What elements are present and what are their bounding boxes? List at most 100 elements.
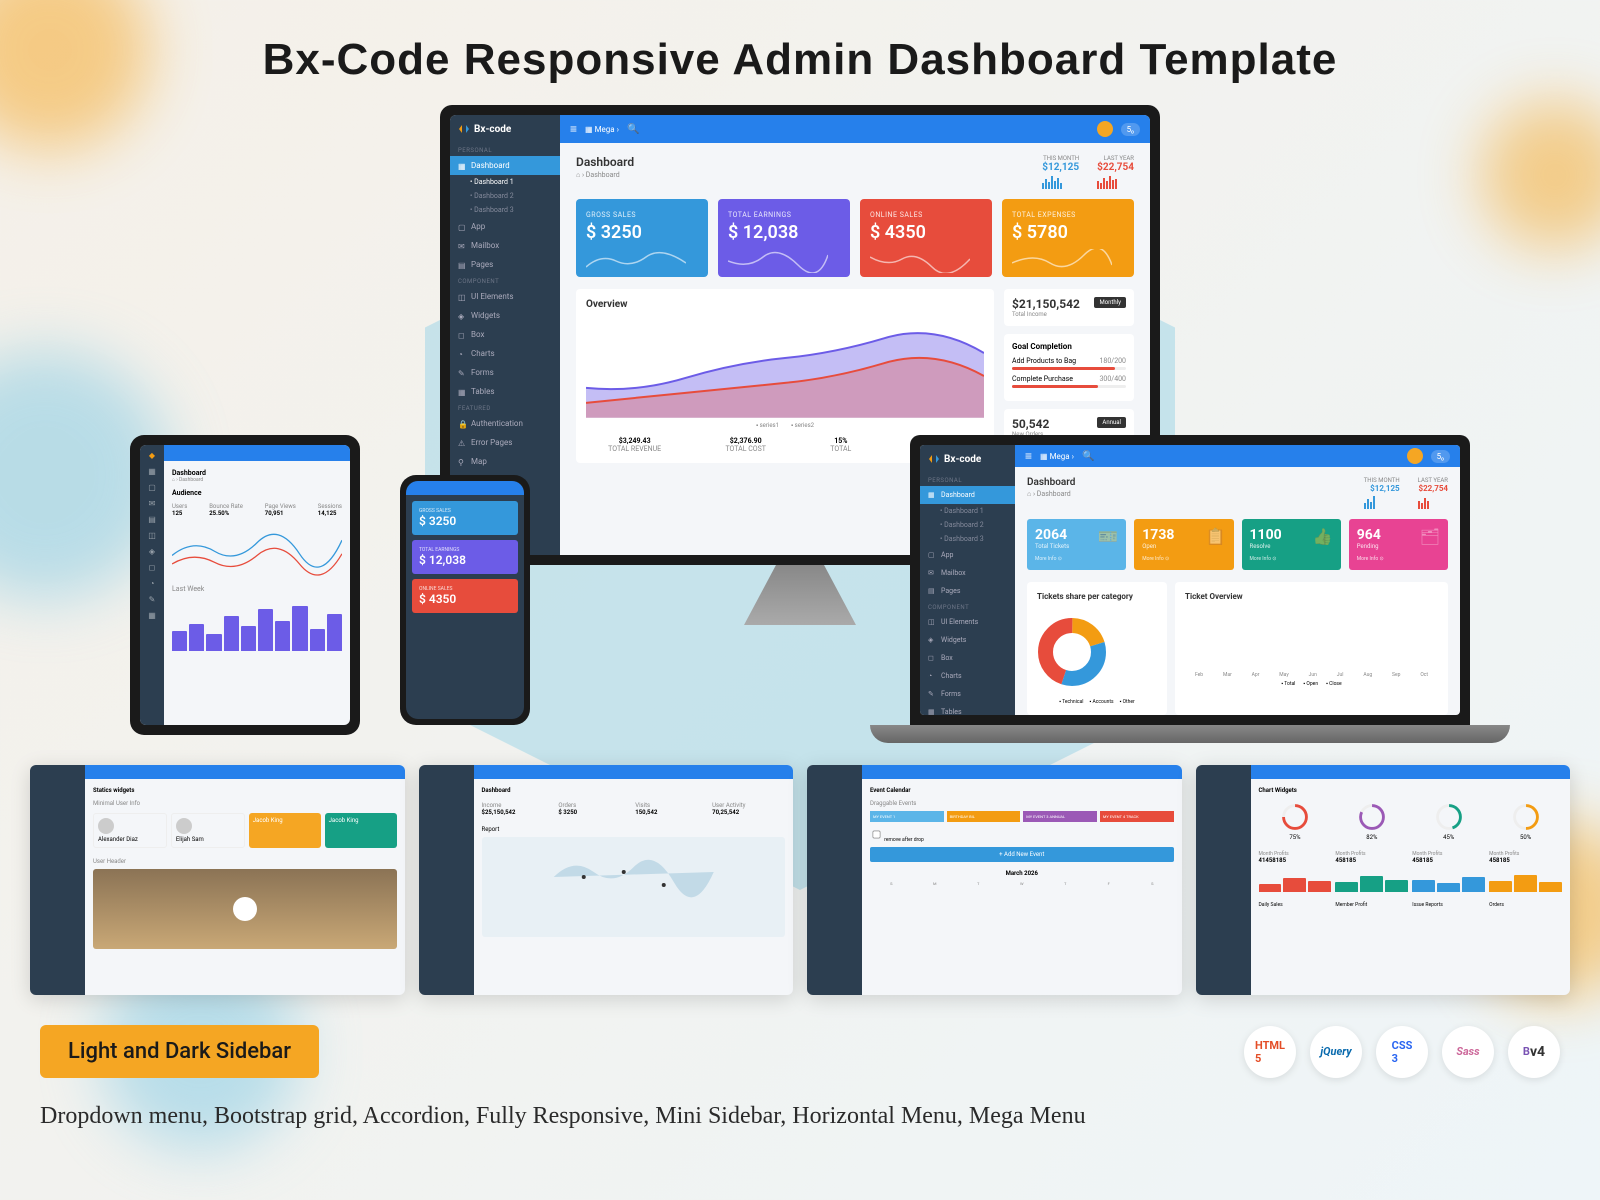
page-heading: Dashboard	[576, 155, 634, 169]
sidebar-icon[interactable]: ▦	[147, 467, 157, 477]
sidebar-icon[interactable]: ◈	[147, 547, 157, 557]
audience-line-chart	[172, 517, 342, 577]
sidebar-item-pages[interactable]: ▤Pages	[920, 582, 1015, 600]
search-icon[interactable]: 🔍	[1082, 451, 1094, 462]
logo-icon	[458, 123, 470, 135]
sidebar-sub[interactable]: • Dashboard 3	[920, 532, 1015, 546]
phone-topbar	[406, 481, 524, 495]
charts-icon: ◔	[458, 350, 466, 358]
sidebar-icon[interactable]: ◔	[147, 579, 157, 589]
search-icon[interactable]: 🔍	[627, 124, 639, 135]
avatar[interactable]	[1407, 448, 1423, 464]
sidebar-item-tables[interactable]: ▦Tables	[450, 382, 560, 401]
sidebar-item-auth[interactable]: 🔒Authentication	[450, 414, 560, 433]
thumbnail-4[interactable]: Chart Widgets 75% 82% 45% 50% Month Prof…	[1196, 765, 1571, 995]
sidebar-item-mailbox[interactable]: ✉Mailbox	[920, 564, 1015, 582]
phone-stat-card[interactable]: TOTAL EARNINGS$ 12,038	[412, 540, 518, 574]
sidebar-item-box[interactable]: ◻Box	[450, 325, 560, 344]
sidebar-item-error[interactable]: ⚠Error Pages	[450, 433, 560, 452]
tablet-topbar	[164, 445, 350, 461]
notif-badge[interactable]: 5₀	[1431, 450, 1450, 463]
thumbnail-2[interactable]: Dashboard Income$25,150,542 Orders$ 3250…	[419, 765, 794, 995]
total-income-card[interactable]: Monthly $21,150,542 Total Income	[1004, 289, 1134, 326]
notif-badge[interactable]: 5₀	[1121, 123, 1140, 136]
sidebar-item-dashboard[interactable]: ▦Dashboard	[920, 486, 1015, 504]
hamburger-icon[interactable]: ≡	[1025, 449, 1032, 463]
sidebar-item-map[interactable]: ⚲Map	[450, 452, 560, 471]
widgets-icon: ◈	[458, 312, 466, 320]
sidebar-icon[interactable]: ✉	[147, 499, 157, 509]
stat-total-earnings[interactable]: TOTAL EARNINGS$ 12,038	[718, 199, 850, 277]
sidebar-sub[interactable]: • Dashboard 1	[920, 504, 1015, 518]
breadcrumb: ⌂ › Dashboard	[576, 171, 634, 179]
phone-stat-card[interactable]: GROSS SALES$ 3250	[412, 501, 518, 535]
thumbnail-1[interactable]: Statics widgets Minimal User Info Alexan…	[30, 765, 405, 995]
sidebar-section-personal: PERSONAL	[450, 143, 560, 156]
folder-icon: 🗂	[1420, 527, 1440, 562]
sidebar-sub[interactable]: • Dashboard 2	[920, 518, 1015, 532]
stat-gross-sales[interactable]: GROSS SALES$ 3250	[576, 199, 708, 277]
mega-menu-button[interactable]: ▦ Mega ›	[1040, 452, 1074, 461]
feature-list: Dropdown menu, Bootstrap grid, Accordion…	[0, 1088, 1600, 1145]
spark-year: LAST YEAR $22,754	[1097, 155, 1134, 189]
audience-title: Audience	[172, 489, 202, 497]
thumbnail-3[interactable]: Event Calendar Draggable Events MY EVENT…	[807, 765, 1182, 995]
box-icon: ◻	[458, 331, 466, 339]
hamburger-icon[interactable]: ≡	[570, 122, 577, 136]
sidebar-item-mailbox[interactable]: ✉Mailbox	[450, 236, 560, 255]
sidebar-item-tables[interactable]: ▦Tables	[920, 703, 1015, 715]
ticket-overview-chart	[1185, 609, 1438, 669]
html5-icon: HTML5	[1244, 1026, 1296, 1078]
lock-icon: 🔒	[458, 420, 466, 428]
sidebar-item-charts[interactable]: ◔Charts	[450, 344, 560, 363]
sidebar-item-dashboard[interactable]: ▦Dashboard	[450, 156, 560, 175]
clipboard-icon: 📋	[1206, 527, 1226, 562]
sidebar-item-widgets[interactable]: ◈Widgets	[450, 306, 560, 325]
sidebar-icon[interactable]: ▤	[147, 515, 157, 525]
sidebar-item-forms[interactable]: ✎Forms	[450, 363, 560, 382]
sidebar-item-app[interactable]: ▢App	[450, 217, 560, 236]
tablet-page-title: Dashboard	[172, 469, 206, 477]
sidebar-sub-dash1[interactable]: • Dashboard 1	[450, 175, 560, 189]
ticket-icon: 🎫	[1098, 527, 1118, 562]
sidebar-icon[interactable]: ✎	[147, 595, 157, 605]
tables-icon: ▦	[458, 388, 466, 396]
app-icon: ▢	[458, 223, 466, 231]
sidebar-item-forms[interactable]: ✎Forms	[920, 685, 1015, 703]
donut-chart-card: Tickets share per category ▪ Technical▪ …	[1027, 582, 1167, 715]
sidebar-sub-dash2[interactable]: • Dashboard 2	[450, 189, 560, 203]
sidebar-icon[interactable]: ◫	[147, 531, 157, 541]
logo-icon[interactable]: ◆	[147, 451, 157, 461]
brand-logo[interactable]: Bx-code	[450, 115, 560, 143]
sidebar-item-ui[interactable]: ◫UI Elements	[920, 613, 1015, 631]
device-showcase: Bx-code PERSONAL ▦Dashboard • Dashboard …	[0, 105, 1600, 735]
sidebar-item-widgets[interactable]: ◈Widgets	[920, 631, 1015, 649]
stat-open-tickets[interactable]: 1738OpenMore Info ⊙📋	[1134, 519, 1233, 570]
phone-stat-card[interactable]: ONLINE SALES$ 4350	[412, 579, 518, 613]
dashboard-icon: ▦	[458, 162, 466, 170]
tablet-mini-sidebar: ◆ ▦ ▢ ✉ ▤ ◫ ◈ ◻ ◔ ✎ ▦	[140, 445, 164, 725]
stat-card-row: GROSS SALES$ 3250 TOTAL EARNINGS$ 12,038…	[576, 199, 1134, 277]
thumbnail-row: Statics widgets Minimal User Info Alexan…	[0, 765, 1600, 995]
sidebar-icon[interactable]: ▦	[147, 611, 157, 621]
avatar[interactable]	[1097, 121, 1113, 137]
mega-menu-button[interactable]: ▦ Mega ›	[585, 125, 619, 134]
brand-logo[interactable]: Bx-code	[920, 445, 1015, 473]
stat-total-tickets[interactable]: 2064Total TicketsMore Info ⊙🎫	[1027, 519, 1126, 570]
sidebar-sub-dash3[interactable]: • Dashboard 3	[450, 203, 560, 217]
sidebar-item-box[interactable]: ◻Box	[920, 649, 1015, 667]
sidebar-item-charts[interactable]: ◔Charts	[920, 667, 1015, 685]
sidebar-item-ui[interactable]: ◫UI Elements	[450, 287, 560, 306]
stat-resolve-tickets[interactable]: 1100ResolveMore Info ⊙👍	[1242, 519, 1341, 570]
pages-icon: ▤	[458, 261, 466, 269]
bootstrap-icon: Bv4	[1508, 1026, 1560, 1078]
stat-online-sales[interactable]: ONLINE SALES$ 4350	[860, 199, 992, 277]
stat-total-expenses[interactable]: TOTAL EXPENSES$ 5780	[1002, 199, 1134, 277]
sidebar-icon[interactable]: ◻	[147, 563, 157, 573]
sidebar-item-pages[interactable]: ▤Pages	[450, 255, 560, 274]
sidebar-icon[interactable]: ▢	[147, 483, 157, 493]
stat-pending-tickets[interactable]: 964PendingMore Info ⊙🗂	[1349, 519, 1448, 570]
sidebar-item-app[interactable]: ▢App	[920, 546, 1015, 564]
sass-icon: Sass	[1442, 1026, 1494, 1078]
tablet-bar-chart	[172, 601, 342, 651]
